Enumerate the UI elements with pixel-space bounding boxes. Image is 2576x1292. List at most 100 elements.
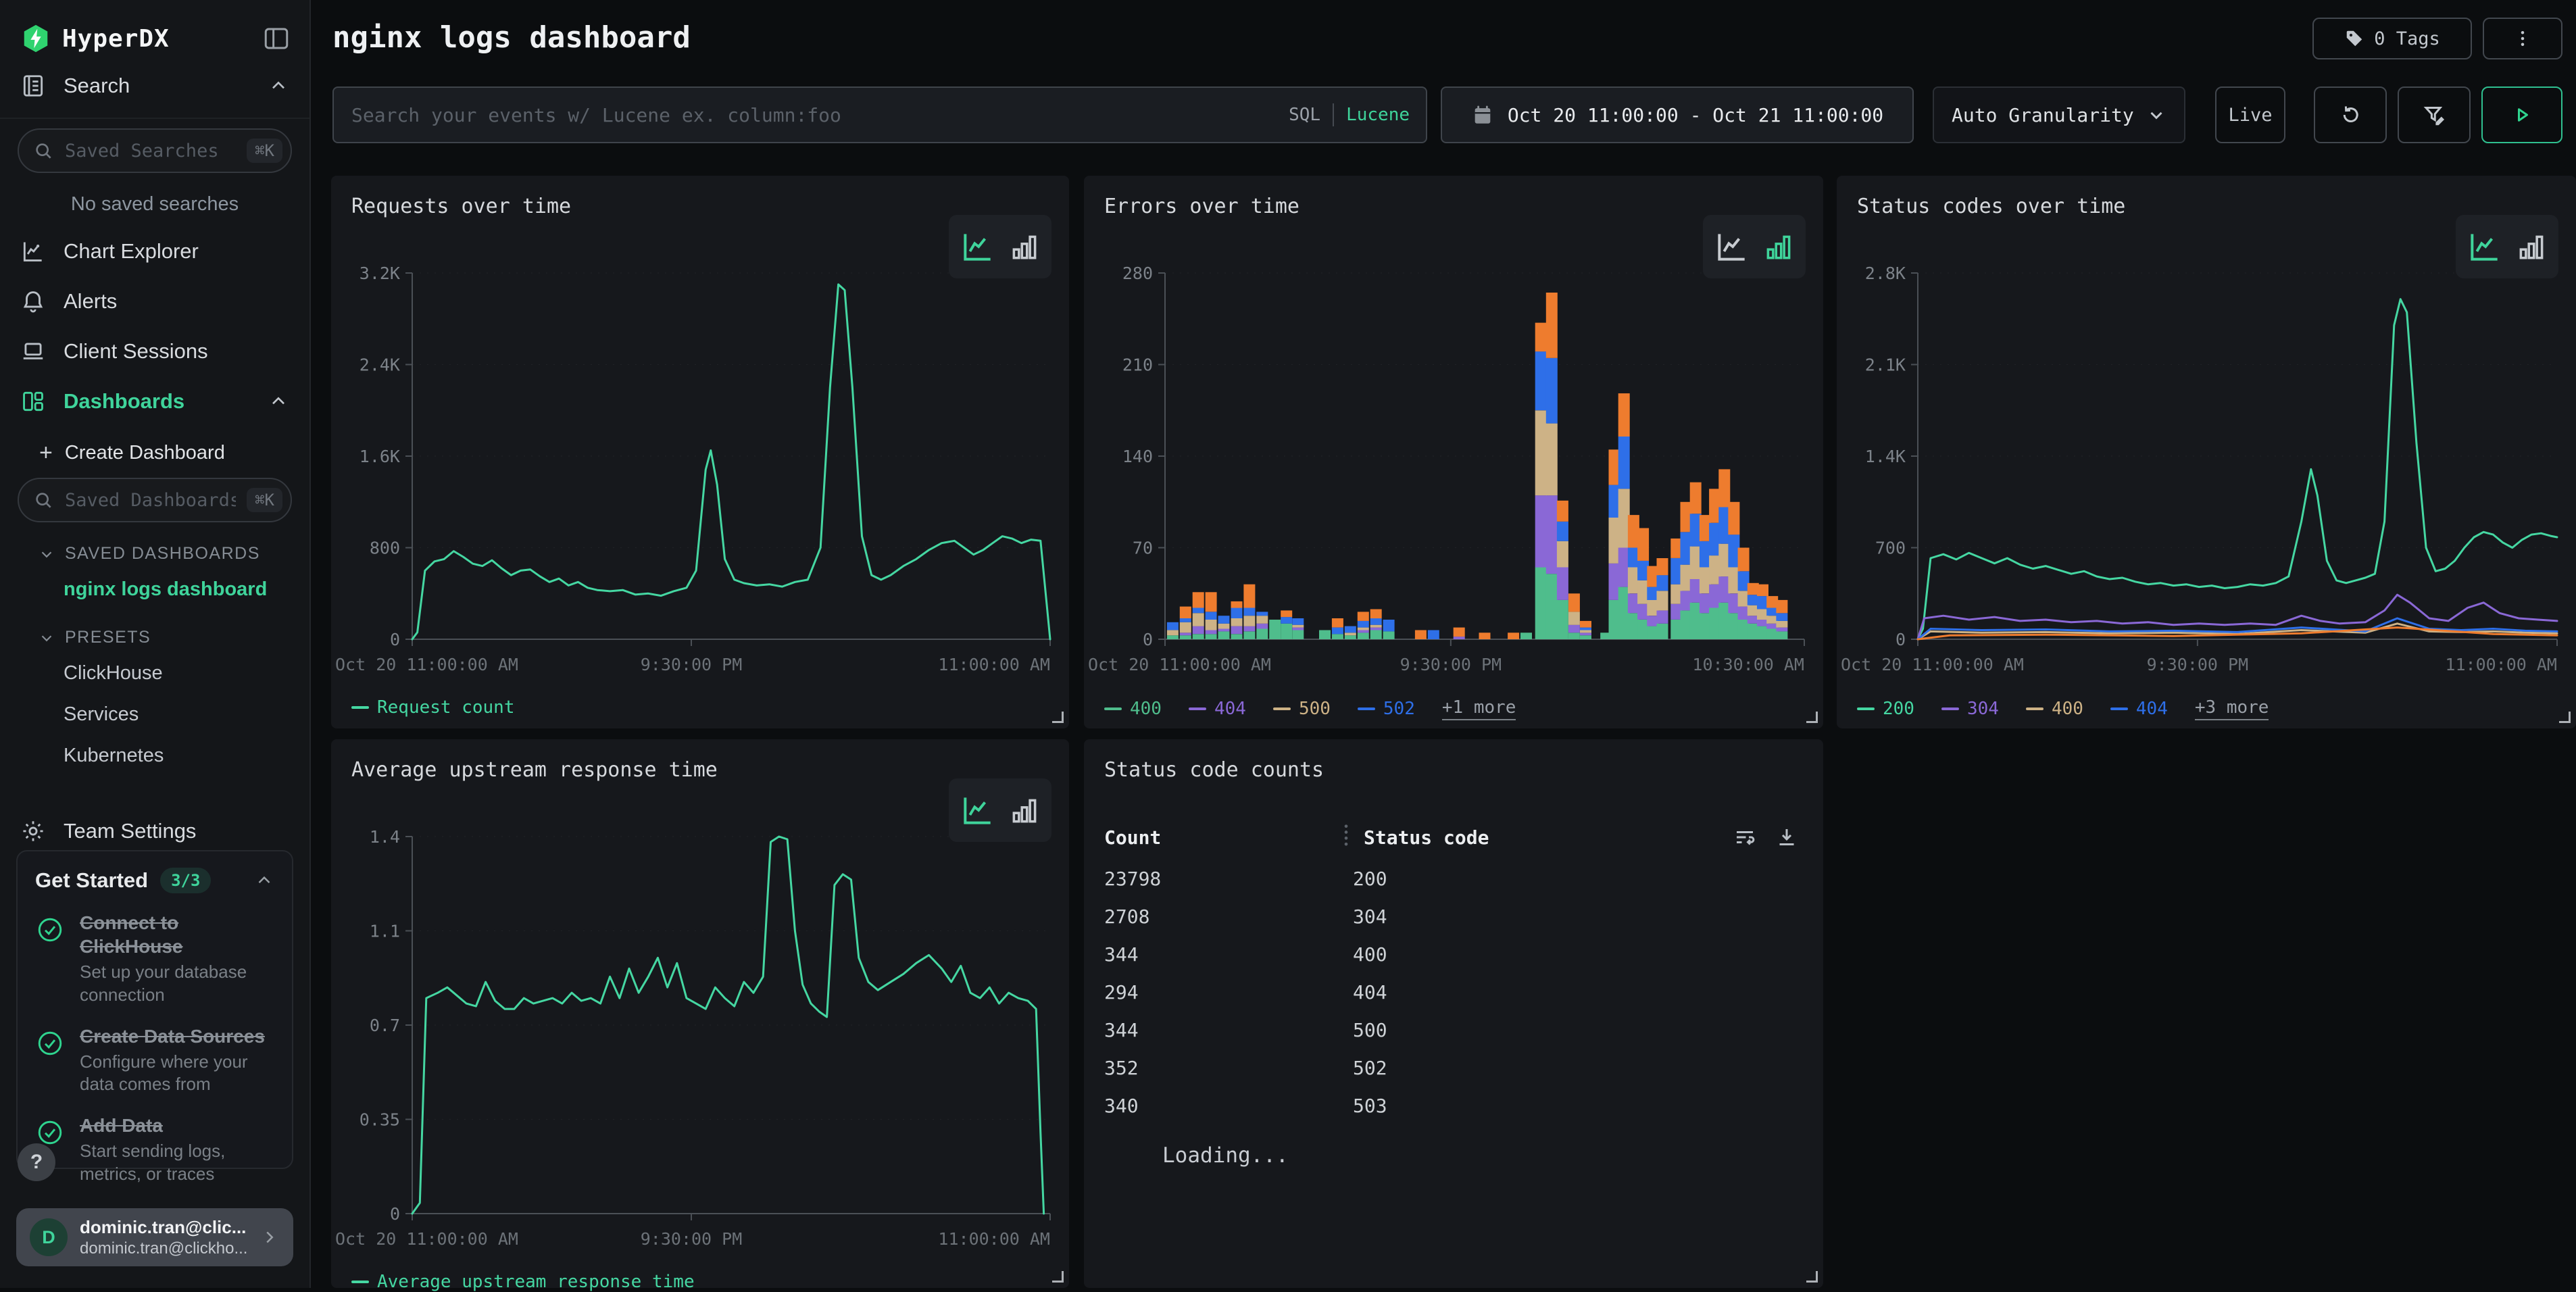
bar-chart-icon [2515, 230, 2548, 264]
legend-item[interactable]: 200 [1857, 699, 1914, 719]
section-label: PRESETS [65, 628, 151, 647]
bar-chart-icon [1008, 230, 1041, 264]
legend-swatch [1104, 707, 1122, 710]
count-cell: 352 [1104, 1057, 1353, 1079]
panel-resize-handle[interactable] [1052, 712, 1064, 723]
saved-dashboards-field[interactable] [64, 489, 237, 512]
sidebar-item-kubernetes[interactable]: Kubernetes [0, 735, 309, 776]
saved-dashboards-input[interactable]: ⌘K [18, 478, 292, 522]
sidebar-item-nginx-logs-dashboard[interactable]: nginx logs dashboard [0, 569, 309, 610]
svg-text:9:30:00 PM: 9:30:00 PM [1400, 655, 1502, 674]
requests-over-time-chart[interactable]: 3.2K2.4K1.6K8000Oct 20 11:00:00 AM9:30:0… [331, 255, 1069, 688]
legend-item[interactable]: 500 [1273, 699, 1331, 719]
hyperdx-logo-icon [20, 23, 51, 54]
sidebar-item-dashboards[interactable]: Dashboards [0, 376, 309, 426]
saved-searches-input[interactable]: ⌘K [18, 128, 292, 173]
get-started-header[interactable]: Get Started 3/3 [35, 868, 274, 893]
get-started-item-add-data[interactable]: Add Data Start sending logs, metrics, or… [35, 1114, 274, 1186]
chart-type-toggle[interactable] [949, 215, 1051, 278]
average-upstream-response-time-chart[interactable]: 1.41.10.70.350Oct 20 11:00:00 AM9:30:00 … [331, 819, 1069, 1262]
download-icon[interactable] [1775, 825, 1799, 849]
granularity-select[interactable]: Auto Granularity [1933, 86, 2185, 143]
count-cell: 294 [1104, 981, 1353, 1003]
sidebar-item-client-sessions[interactable]: Client Sessions [0, 326, 309, 376]
legend-item[interactable]: 304 [1941, 699, 1999, 719]
legend-item[interactable]: 404 [1189, 699, 1246, 719]
sidebar-item-search[interactable]: Search [0, 61, 309, 111]
legend-item[interactable]: 400 [2026, 699, 2083, 719]
chevron-down-icon [38, 545, 55, 563]
kebab-icon [2512, 28, 2533, 49]
line-chart-icon [2466, 228, 2504, 266]
sidebar-item-chart-explorer[interactable]: Chart Explorer [0, 226, 309, 276]
chevron-up-icon [268, 75, 289, 97]
legend-swatch [1358, 707, 1375, 710]
table-row[interactable]: 344500 [1104, 1011, 1799, 1049]
table-row[interactable]: 340503 [1104, 1087, 1799, 1124]
legend-swatch [1273, 707, 1291, 710]
legend-item[interactable]: 400 [1104, 699, 1162, 719]
chart-type-toggle[interactable] [949, 778, 1051, 842]
get-started-item-sources[interactable]: Create Data Sources Configure where your… [35, 1024, 274, 1097]
presets-section-header[interactable]: PRESETS [0, 610, 309, 653]
dashboard-menu-button[interactable] [2483, 18, 2562, 59]
sidebar-item-services[interactable]: Services [0, 694, 309, 735]
count-cell: 2708 [1104, 905, 1353, 928]
panel-resize-handle[interactable] [2559, 712, 2571, 723]
sql-mode-toggle[interactable]: SQL [1289, 105, 1320, 125]
tags-button[interactable]: 0 Tags [2312, 18, 2472, 59]
help-button[interactable]: ? [18, 1143, 55, 1181]
panel-resize-handle[interactable] [1052, 1271, 1064, 1283]
column-header-count[interactable]: Count [1104, 826, 1341, 849]
get-started-item-connect[interactable]: Connect to ClickHouse Set up your databa… [35, 911, 274, 1007]
panel-resize-handle[interactable] [1806, 1271, 1818, 1283]
user-card[interactable]: D dominic.tran@clic... dominic.tran@clic… [16, 1208, 293, 1266]
table-row[interactable]: 23798200 [1104, 860, 1799, 897]
dashboards-icon [20, 389, 46, 414]
filter-button[interactable] [2398, 86, 2471, 143]
plus-icon: + [39, 441, 53, 464]
chart-type-toggle[interactable] [2456, 215, 2558, 278]
errors-over-time-chart[interactable]: 280210140700Oct 20 11:00:00 AM9:30:00 PM… [1084, 255, 1823, 688]
sidebar-item-alerts[interactable]: Alerts [0, 276, 309, 326]
saved-searches-field[interactable] [64, 140, 237, 162]
table-row[interactable]: 352502 [1104, 1049, 1799, 1087]
lucene-mode-toggle[interactable]: Lucene [1346, 105, 1410, 125]
legend-item[interactable]: Average upstream response time [351, 1272, 695, 1292]
event-search-bar[interactable]: SQL Lucene [332, 86, 1427, 143]
sidebar-item-label: Chart Explorer [64, 239, 199, 264]
table-row[interactable]: 2708304 [1104, 897, 1799, 935]
svg-text:800: 800 [370, 539, 400, 558]
legend-item[interactable]: 404 [2110, 699, 2168, 719]
run-query-button[interactable] [2481, 86, 2562, 143]
wrap-text-icon[interactable] [1733, 825, 1757, 849]
shortcut-badge: ⌘K [247, 139, 282, 163]
no-saved-searches-text: No saved searches [0, 177, 309, 226]
legend-item[interactable]: Request count [351, 697, 515, 718]
date-range-picker[interactable]: Oct 20 11:00:00 - Oct 21 11:00:00 [1441, 86, 1914, 143]
chart-type-toggle[interactable] [1703, 215, 1806, 278]
panel-resize-handle[interactable] [1806, 712, 1818, 723]
sidebar-collapse-button[interactable] [262, 24, 291, 53]
task-title: Connect to ClickHouse [80, 912, 183, 957]
column-drag-handle[interactable] [1341, 822, 1352, 853]
sidebar-item-team-settings[interactable]: Team Settings [0, 806, 309, 856]
sidebar-item-clickhouse[interactable]: ClickHouse [0, 653, 309, 694]
live-button[interactable]: Live [2215, 86, 2285, 143]
refresh-button[interactable] [2314, 86, 2387, 143]
table-row[interactable]: 294404 [1104, 973, 1799, 1011]
get-started-progress-badge: 3/3 [160, 868, 211, 893]
svg-text:0.35: 0.35 [360, 1110, 400, 1130]
create-dashboard-button[interactable]: + Create Dashboard [0, 426, 309, 472]
svg-text:9:30:00 PM: 9:30:00 PM [2147, 655, 2249, 674]
legend-more[interactable]: +1 more [1442, 697, 1516, 720]
laptop-icon [20, 339, 46, 364]
chart-explorer-icon [20, 239, 46, 264]
legend-more[interactable]: +3 more [2195, 697, 2269, 720]
status-codes-over-time-chart[interactable]: 2.8K2.1K1.4K7000Oct 20 11:00:00 AM9:30:0… [1837, 255, 2576, 688]
legend-item[interactable]: 502 [1358, 699, 1415, 719]
event-search-input[interactable] [350, 103, 1277, 127]
table-row[interactable]: 344400 [1104, 935, 1799, 973]
column-header-status-code[interactable]: Status code [1364, 826, 1733, 849]
saved-dashboards-section-header[interactable]: SAVED DASHBOARDS [0, 526, 309, 569]
